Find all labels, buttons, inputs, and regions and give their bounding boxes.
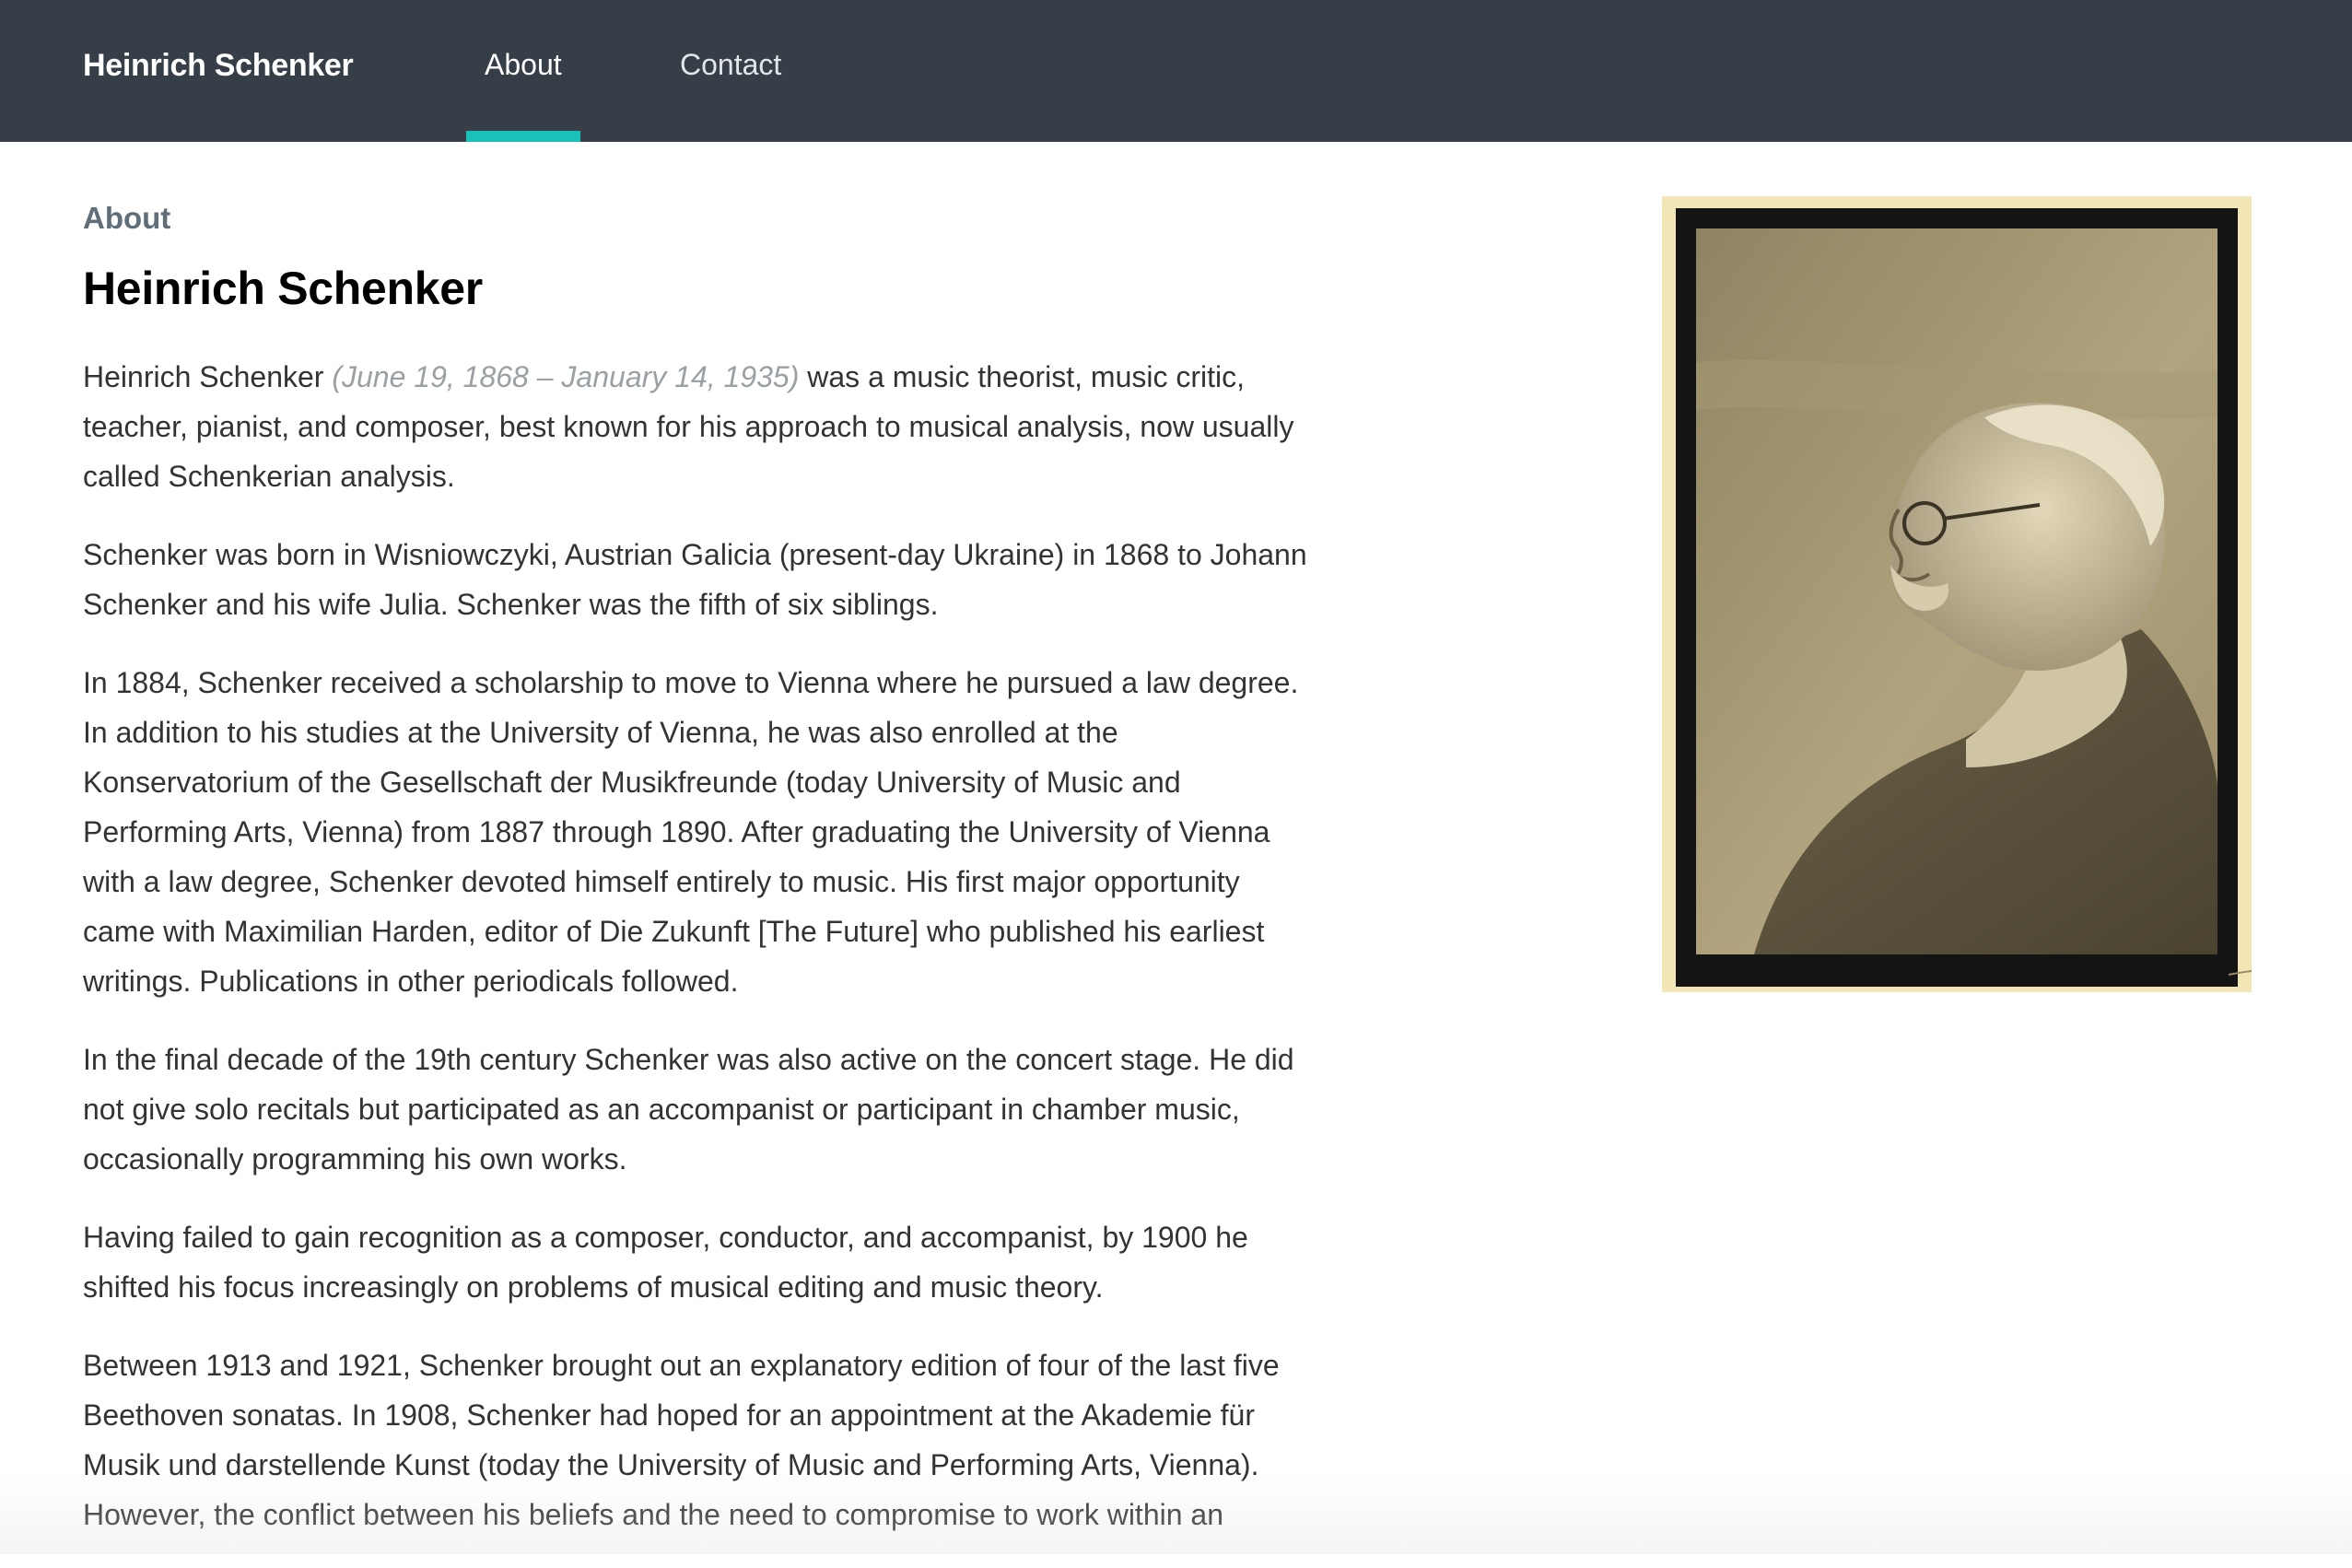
top-navbar: Heinrich Schenker About Contact (0, 0, 2352, 142)
biography-text: Heinrich Schenker (June 19, 1868 – Janua… (83, 352, 1317, 1568)
paragraph-concert: In the final decade of the 19th century … (83, 1043, 1294, 1176)
page-title: Heinrich Schenker (83, 263, 483, 314)
paragraph-beethoven: Between 1913 and 1921, Schenker brought … (83, 1349, 1280, 1531)
active-tab-indicator (466, 131, 580, 142)
nav-item-about[interactable]: About (485, 48, 562, 82)
paragraph-birth: Schenker was born in Wisniowczyki, Austr… (83, 538, 1307, 621)
intro-name: Heinrich Schenker (83, 360, 324, 393)
brand-title[interactable]: Heinrich Schenker (83, 48, 354, 84)
life-dates: (June 19, 1868 – January 14, 1935) (332, 360, 800, 393)
paragraph-education: In 1884, Schenker received a scholarship… (83, 666, 1299, 998)
nav-item-contact[interactable]: Contact (680, 48, 781, 82)
paragraph-theory: Having failed to gain recognition as a c… (83, 1221, 1248, 1304)
portrait-photo (1662, 196, 2252, 992)
intro-paragraph: Heinrich Schenker (June 19, 1868 – Janua… (83, 352, 1317, 501)
section-label: About (83, 201, 171, 235)
portrait-image (1676, 208, 2252, 987)
